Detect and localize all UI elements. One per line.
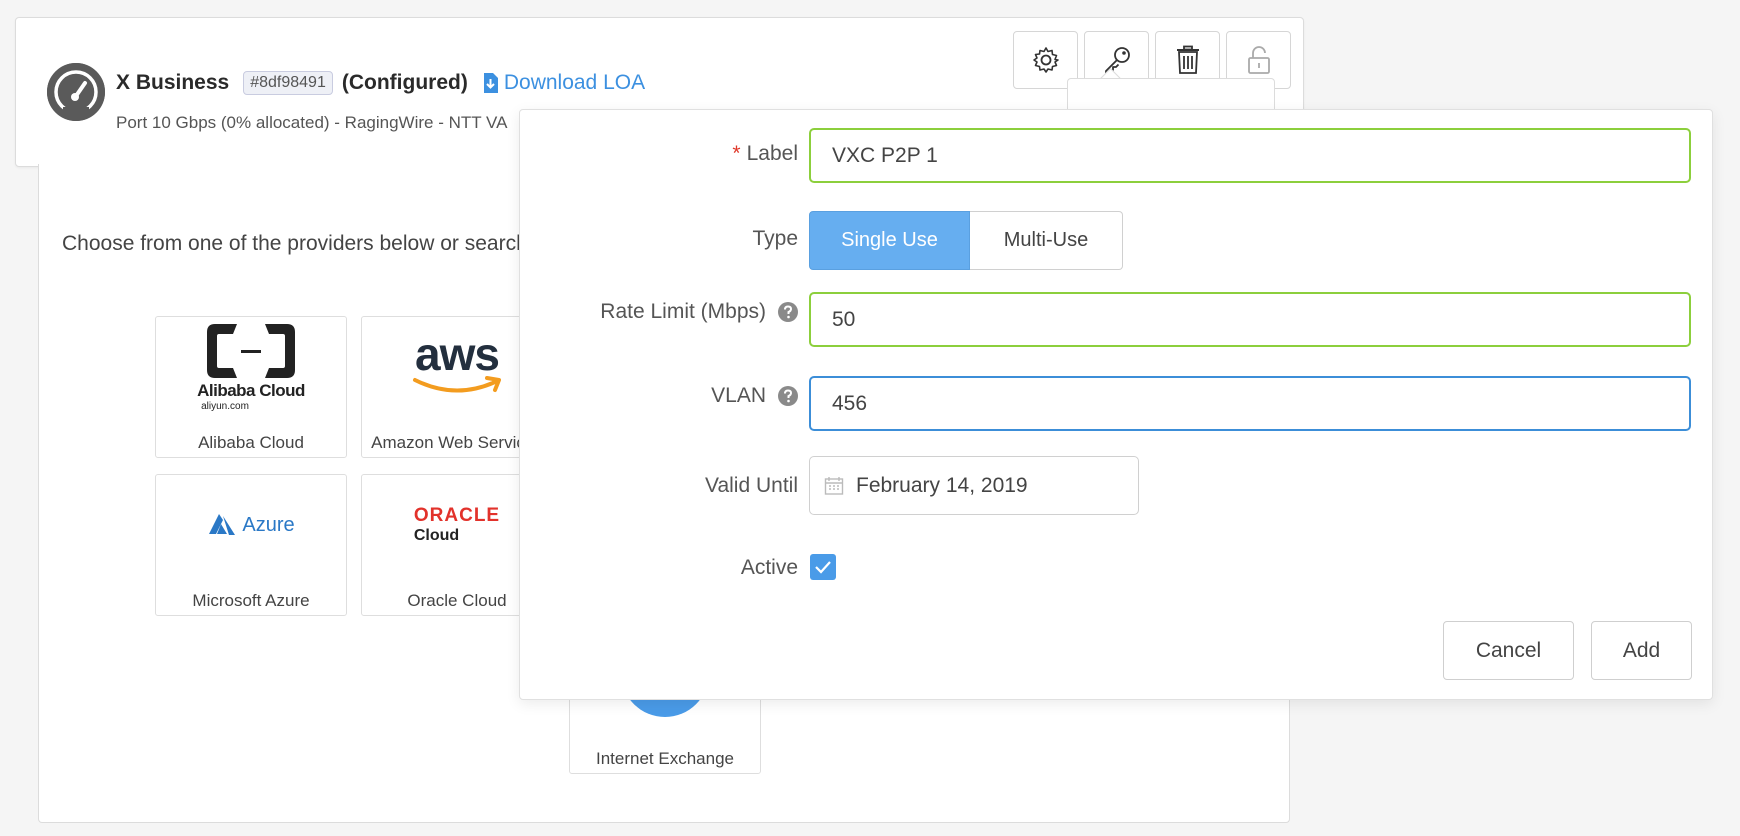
check-icon <box>815 561 831 574</box>
download-loa-link[interactable]: Download LOA <box>483 71 645 95</box>
add-button[interactable]: Add <box>1591 621 1692 680</box>
provider-tile-alibaba[interactable]: Alibaba Cloud aliyun.com Alibaba Cloud <box>155 316 347 458</box>
port-status: (Configured) <box>341 71 468 94</box>
valid-until-field-label: Valid Until <box>705 474 798 497</box>
provider-label: Alibaba Cloud <box>198 433 304 452</box>
provider-tile-azure[interactable]: Azure Microsoft Azure <box>155 474 347 616</box>
azure-logo-text: Azure <box>242 513 295 536</box>
type-toggle-group: Single Use Multi-Use <box>809 211 1123 270</box>
cancel-button[interactable]: Cancel <box>1443 621 1574 680</box>
port-name: X Business <box>116 71 230 94</box>
oracle-logo-subtext: Cloud <box>413 527 460 544</box>
required-asterisk: * <box>732 142 741 165</box>
active-checkbox[interactable] <box>810 554 836 580</box>
vxc-form-popover: * Label Type Single Use Multi-Use Rate L… <box>519 109 1713 700</box>
trash-icon <box>1176 45 1199 74</box>
oracle-logo-text: ORACLE <box>413 505 501 526</box>
valid-until-value: February 14, 2019 <box>856 473 1028 497</box>
vlan-label-text: VLAN <box>711 384 766 407</box>
active-field-label: Active <box>740 556 798 579</box>
azure-icon <box>209 514 236 535</box>
type-field-label: Type <box>752 227 798 250</box>
gear-icon <box>1032 47 1059 73</box>
rate-limit-input[interactable] <box>809 292 1691 347</box>
vlan-field-label: VLAN <box>711 384 798 408</box>
valid-until-datepicker[interactable]: February 14, 2019 <box>809 456 1139 515</box>
unlock-icon <box>1247 46 1270 74</box>
vlan-input[interactable] <box>809 376 1691 431</box>
provider-label: Microsoft Azure <box>192 591 310 610</box>
providers-intro: Choose from one of the providers below o… <box>62 232 528 255</box>
type-single-use-button[interactable]: Single Use <box>809 211 970 270</box>
provider-label: Internet Exchange <box>596 749 734 768</box>
label-field-label: * Label <box>732 142 798 166</box>
type-multi-use-button[interactable]: Multi-Use <box>970 211 1123 270</box>
aws-smile-icon <box>413 375 501 392</box>
port-id-badge: #8df98491 <box>243 71 333 95</box>
calendar-icon <box>824 476 844 495</box>
azure-logo: Azure <box>156 475 346 575</box>
help-icon[interactable] <box>778 386 798 406</box>
speedometer-icon <box>47 63 105 121</box>
aws-logo-text: aws <box>415 327 500 380</box>
help-icon[interactable] <box>778 302 798 322</box>
label-input[interactable] <box>809 128 1691 183</box>
download-file-icon <box>483 73 498 93</box>
rate-limit-label-text: Rate Limit (Mbps) <box>600 300 766 323</box>
port-title-row: X Business #8df98491 (Configured) Downlo… <box>116 68 645 98</box>
alibaba-icon <box>207 324 295 378</box>
alibaba-logo-subtext: aliyun.com <box>201 401 249 412</box>
label-field-text: Label <box>746 142 798 165</box>
alibaba-logo-text: Alibaba Cloud <box>197 381 305 400</box>
alibaba-logo: Alibaba Cloud aliyun.com <box>156 317 346 417</box>
download-loa-label: Download LOA <box>503 71 646 94</box>
rate-limit-field-label: Rate Limit (Mbps) <box>600 300 798 324</box>
port-subtitle: Port 10 Gbps (0% allocated) - RagingWire… <box>116 113 508 132</box>
